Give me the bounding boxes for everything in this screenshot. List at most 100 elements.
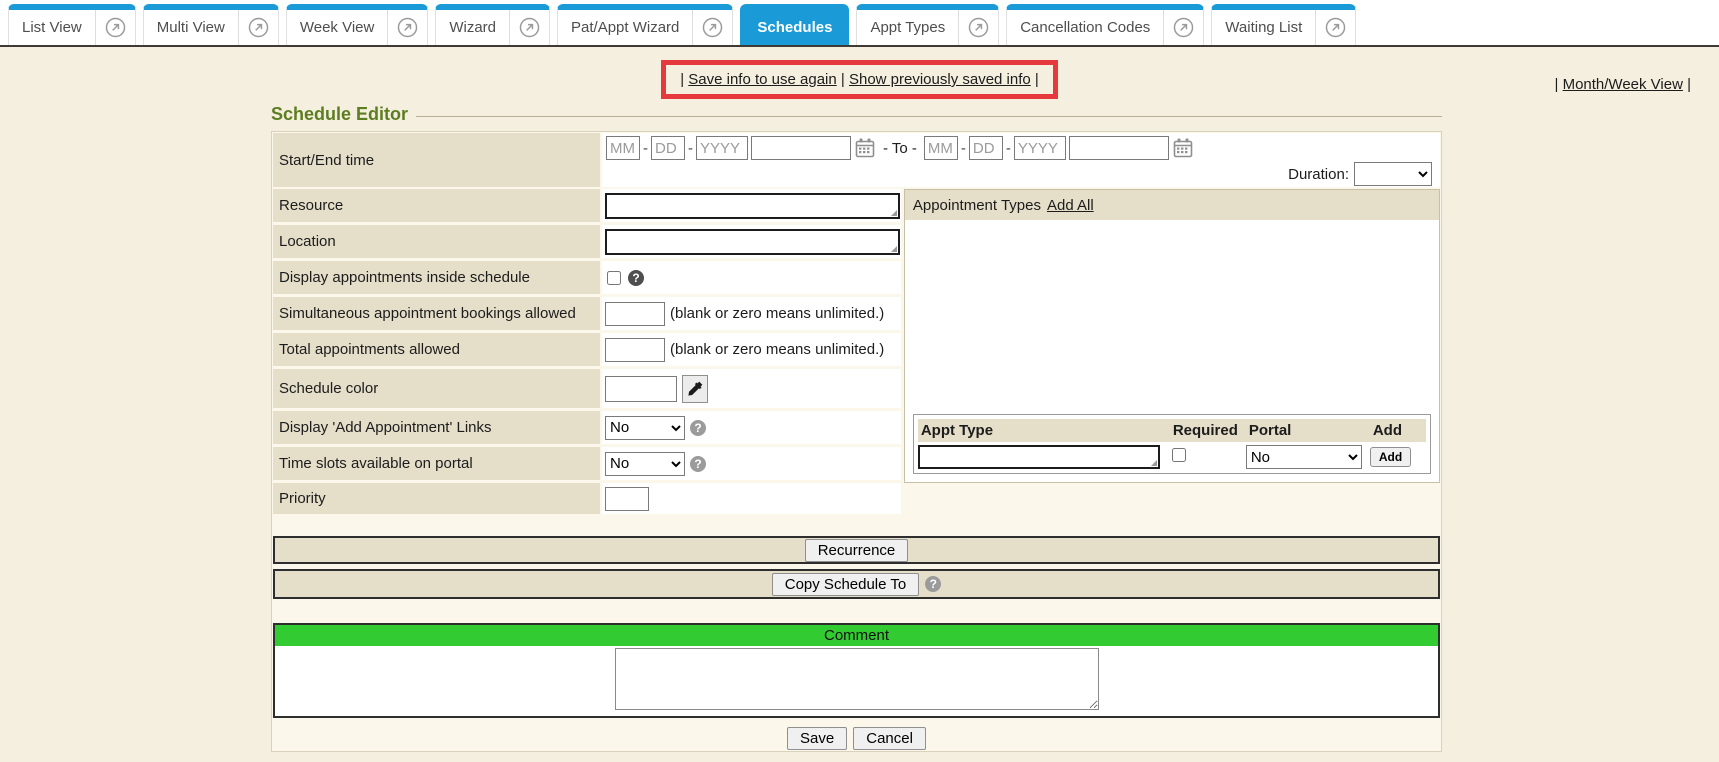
tab-label: Cancellation Codes (1007, 10, 1163, 45)
tab-pat-appt-wizard[interactable]: Pat/Appt Wizard (557, 4, 733, 45)
tab-label: Multi View (144, 10, 238, 45)
date-dash: - (961, 140, 966, 157)
appt-type-combo (918, 445, 1160, 469)
required-checkbox[interactable] (1172, 448, 1186, 462)
calendar-icon[interactable] (854, 137, 876, 159)
to-separator: - To - (879, 140, 921, 157)
time-slots-portal-select[interactable]: No (605, 452, 685, 476)
duration-select[interactable] (1354, 162, 1432, 186)
end-month-input[interactable] (924, 136, 958, 160)
start-end-row: Start/End time - - - To - - - (273, 133, 1440, 187)
comment-body (275, 646, 1438, 716)
display-appointments-checkbox[interactable] (607, 271, 621, 285)
cancel-button[interactable]: Cancel (853, 727, 926, 750)
resource-input[interactable] (605, 193, 900, 219)
comment-textarea[interactable] (615, 648, 1099, 710)
comment-section: Comment (273, 623, 1440, 718)
schedule-color-input[interactable] (605, 376, 677, 402)
tab-label: Schedules (741, 10, 848, 45)
total-appointments-label: Total appointments allowed (273, 333, 600, 366)
calendar-icon[interactable] (1172, 137, 1194, 159)
end-day-input[interactable] (969, 136, 1003, 160)
simultaneous-bookings-row: Simultaneous appointment bookings allowe… (273, 297, 901, 330)
external-link-icon[interactable] (238, 10, 278, 45)
schedule-color-label: Schedule color (273, 369, 600, 408)
add-appointment-links-select[interactable]: No (605, 416, 685, 440)
save-button[interactable]: Save (787, 727, 847, 750)
month-week-view-link[interactable]: Month/Week View (1563, 76, 1683, 93)
add-appt-type-button[interactable]: Add (1370, 447, 1411, 467)
start-end-label: Start/End time (273, 133, 600, 187)
show-saved-info-link[interactable]: Show previously saved info (849, 71, 1031, 88)
appt-type-table-row: No Add (918, 445, 1426, 469)
display-appointments-label: Display appointments inside schedule (273, 261, 600, 294)
form-actions: Save Cancel (273, 727, 1440, 750)
external-link-icon[interactable] (509, 10, 549, 45)
tab-week-view[interactable]: Week View (286, 4, 428, 45)
tab-schedules[interactable]: Schedules (740, 4, 849, 45)
external-link-icon[interactable] (692, 10, 732, 45)
tab-appt-types[interactable]: Appt Types (856, 4, 999, 45)
tab-label: Wizard (436, 10, 509, 45)
resource-row: Resource (273, 189, 901, 222)
appointment-types-title: Appointment Types (913, 197, 1041, 214)
tab-cancellation-codes[interactable]: Cancellation Codes (1006, 4, 1204, 45)
saved-info-annotation-box: | Save info to use again | Show previous… (661, 60, 1058, 99)
recurrence-button[interactable]: Recurrence (805, 539, 909, 562)
copy-schedule-button[interactable]: Copy Schedule To (772, 573, 919, 596)
add-appointment-links-label: Display 'Add Appointment' Links (273, 411, 600, 444)
start-year-input[interactable] (696, 136, 748, 160)
tab-waiting-list[interactable]: Waiting List (1211, 4, 1356, 45)
duration-label: Duration: (1288, 166, 1349, 183)
help-icon[interactable]: ? (628, 270, 644, 286)
recurrence-bar: Recurrence (273, 536, 1440, 564)
appt-type-input[interactable] (918, 445, 1160, 469)
tab-label: Pat/Appt Wizard (558, 10, 692, 45)
start-end-fields: - - - To - - - Duration: (602, 133, 1440, 187)
tab-multi-view[interactable]: Multi View (143, 4, 279, 45)
help-icon[interactable]: ? (690, 456, 706, 472)
save-info-link[interactable]: Save info to use again (688, 71, 836, 88)
legend-line (416, 116, 1442, 117)
add-all-link[interactable]: Add All (1047, 197, 1094, 214)
help-icon[interactable]: ? (925, 576, 941, 592)
priority-row: Priority (273, 483, 901, 514)
external-link-icon[interactable] (1163, 10, 1203, 45)
external-link-icon[interactable] (387, 10, 427, 45)
location-label: Location (273, 225, 600, 258)
schedule-editor-legend: Schedule Editor (271, 104, 1442, 125)
location-combo (605, 229, 900, 255)
pipe-separator: | (1555, 76, 1559, 93)
portal-select[interactable]: No (1246, 445, 1362, 469)
external-link-icon[interactable] (1315, 10, 1355, 45)
page-title: Schedule Editor (271, 104, 408, 125)
priority-label: Priority (273, 483, 600, 514)
total-appointments-input[interactable] (605, 338, 665, 362)
simultaneous-bookings-label: Simultaneous appointment bookings allowe… (273, 297, 600, 330)
priority-input[interactable] (605, 487, 649, 511)
tab-label: List View (9, 10, 95, 45)
end-time-input[interactable] (1069, 136, 1169, 160)
help-icon[interactable]: ? (690, 420, 706, 436)
date-dash: - (1006, 140, 1011, 157)
external-link-icon[interactable] (95, 10, 135, 45)
start-time-input[interactable] (751, 136, 851, 160)
total-appointments-row: Total appointments allowed (blank or zer… (273, 333, 901, 366)
schedule-editor-form: Start/End time - - - To - - - (271, 131, 1442, 752)
tab-wizard[interactable]: Wizard (435, 4, 550, 45)
start-day-input[interactable] (651, 136, 685, 160)
comment-header: Comment (275, 625, 1438, 646)
external-link-icon[interactable] (958, 10, 998, 45)
resource-label: Resource (273, 189, 600, 222)
page-content: | Month/Week View | | Save info to use a… (0, 60, 1719, 762)
start-month-input[interactable] (606, 136, 640, 160)
tab-list-view[interactable]: List View (8, 4, 136, 45)
schedule-color-row: Schedule color (273, 369, 901, 408)
color-picker-button[interactable] (682, 375, 708, 403)
simultaneous-bookings-input[interactable] (605, 302, 665, 326)
tab-label: Appt Types (857, 10, 958, 45)
total-appointments-hint: (blank or zero means unlimited.) (670, 341, 884, 358)
copy-schedule-bar: Copy Schedule To ? (273, 569, 1440, 599)
end-year-input[interactable] (1014, 136, 1066, 160)
location-input[interactable] (605, 229, 900, 255)
